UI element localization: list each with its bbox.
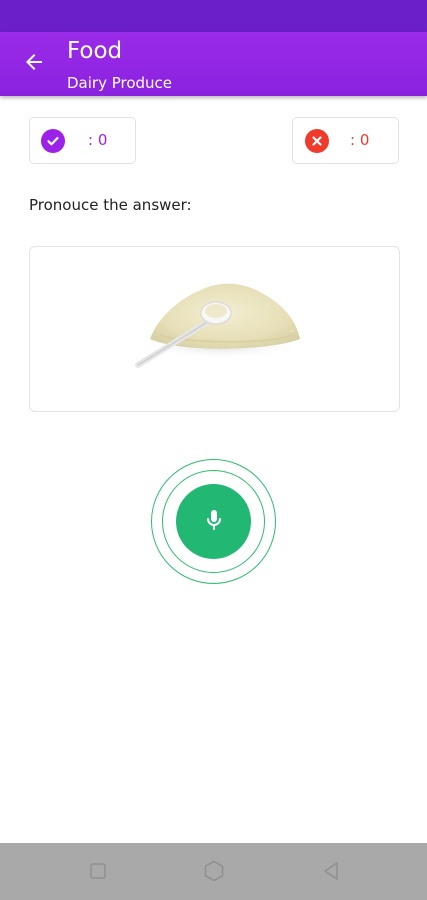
home-button[interactable]: [202, 860, 226, 886]
correct-count: : 0: [88, 131, 108, 149]
record-mic-button[interactable]: [176, 484, 251, 559]
system-back-button[interactable]: [319, 861, 343, 885]
check-circle-icon: [41, 129, 65, 153]
back-triangle-icon: [322, 861, 340, 885]
page-title: Food: [67, 38, 123, 64]
wrong-score-box: : 0: [292, 117, 399, 164]
microphone-icon: [203, 508, 225, 536]
prompt-text: Pronouce the answer:: [29, 196, 192, 214]
arrow-left-icon: [22, 50, 46, 78]
page-subtitle: Dairy Produce: [67, 74, 173, 92]
app-bar: Food Dairy Produce: [0, 32, 427, 96]
home-hexagon-icon: [203, 860, 225, 886]
milk-powder-image: [135, 283, 304, 368]
back-button[interactable]: [18, 48, 50, 80]
system-nav-bar: [0, 843, 427, 900]
mic-area: [151, 459, 276, 584]
status-bar: [0, 0, 427, 32]
question-image-card: [29, 246, 400, 412]
correct-score-box: : 0: [29, 117, 136, 164]
wrong-count: : 0: [350, 131, 370, 149]
square-icon: [89, 862, 107, 884]
recents-button[interactable]: [86, 861, 110, 885]
screen: Food Dairy Produce : 0 : 0 Pronouce the …: [0, 0, 427, 900]
close-circle-icon: [305, 129, 329, 153]
